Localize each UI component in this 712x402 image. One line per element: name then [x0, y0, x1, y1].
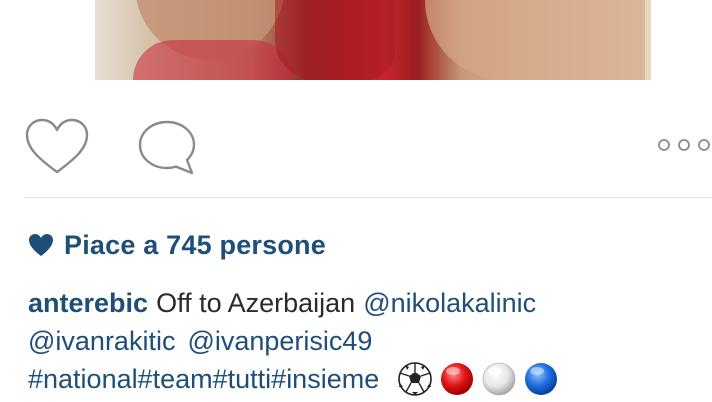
- caption-line-2: @ivanrakitic @ivanperisic49: [28, 322, 712, 360]
- heart-outline-icon: [25, 118, 89, 174]
- caption-line-1: anterebic Off to Azerbaijan @nikolakalin…: [28, 284, 712, 322]
- comment-button[interactable]: [136, 118, 198, 176]
- soccer-ball-icon: [398, 362, 433, 396]
- heart-filled-icon: [29, 234, 53, 256]
- more-options-icon: [658, 139, 710, 151]
- comment-bubble-icon: [138, 120, 196, 175]
- caption-text: Off to Azerbaijan: [156, 288, 356, 318]
- blue-circle-icon: [525, 363, 558, 395]
- photo-figure-arm: [425, 0, 645, 80]
- like-button[interactable]: [24, 118, 90, 176]
- mention-link[interactable]: @ivanperisic49: [187, 322, 372, 360]
- mention-link[interactable]: @nikolakalinic: [363, 284, 536, 322]
- actions-divider: [24, 197, 712, 198]
- caption-username[interactable]: anterebic: [28, 284, 148, 322]
- post-caption: anterebic Off to Azerbaijan @nikolakalin…: [28, 284, 712, 398]
- caption-line-3: #national#team#tutti#insieme: [28, 360, 712, 398]
- more-options-button[interactable]: [654, 136, 712, 154]
- post-actions-bar: [0, 112, 712, 178]
- post-photo[interactable]: [95, 0, 651, 80]
- mention-link[interactable]: @ivanrakitic: [28, 322, 175, 360]
- photo-shirt-left: [133, 40, 293, 80]
- likes-count[interactable]: Piace a 745 persone: [28, 228, 326, 262]
- red-circle-icon: [441, 363, 474, 395]
- hashtags-link[interactable]: #national#team#tutti#insieme: [28, 360, 379, 398]
- likes-text: Piace a 745 persone: [64, 229, 326, 260]
- white-circle-icon: [482, 362, 516, 396]
- photo-shirt-right: [275, 0, 395, 80]
